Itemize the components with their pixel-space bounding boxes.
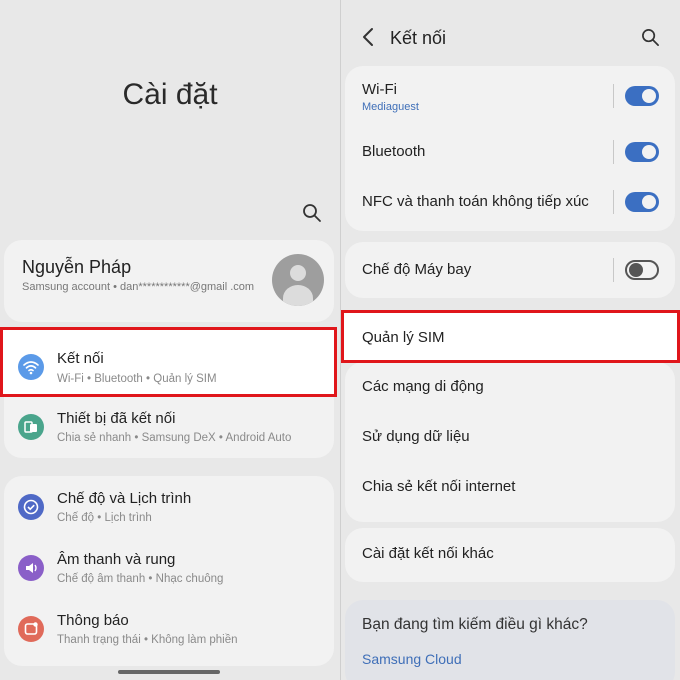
nfc-row[interactable]: NFC và thanh toán không tiếp xúc [345, 176, 675, 226]
mobile-networks-label: Các mạng di động [362, 378, 484, 395]
settings-item-title: Kết nối [57, 350, 104, 367]
suggestions-card: Bạn đang tìm kiếm điều gì khác? Samsung … [345, 600, 675, 680]
home-indicator [118, 670, 220, 674]
data-usage-row[interactable]: Sử dụng dữ liệu [345, 412, 675, 462]
bluetooth-row[interactable]: Bluetooth [345, 126, 675, 176]
settings-item-title: Chế độ và Lịch trình [57, 490, 192, 507]
settings-item-title: Âm thanh và rung [57, 551, 176, 568]
header-title: Kết nối [390, 28, 447, 48]
hotspot-row[interactable]: Chia sẻ kết nối internet [345, 462, 675, 512]
search-icon[interactable] [641, 28, 660, 47]
airplane-mode-toggle[interactable] [625, 260, 659, 280]
wifi-toggle[interactable] [625, 86, 659, 106]
search-icon[interactable] [302, 203, 322, 223]
account-card[interactable]: Nguyễn Pháp Samsung account • dan*******… [4, 240, 334, 322]
samsung-cloud-link[interactable]: Samsung Cloud [362, 651, 462, 667]
connections-group-more: Cài đặt kết nối khác [345, 528, 675, 582]
hotspot-label: Chia sẻ kết nối internet [362, 478, 516, 495]
check-circle-icon [18, 494, 44, 520]
settings-item-subtitle: Thanh trạng thái • Không làm phiền [57, 634, 238, 646]
settings-item-sound[interactable]: Âm thanh và rung Chế độ âm thanh • Nhạc … [4, 539, 334, 599]
sim-manager-row[interactable]: Quản lý SIM [341, 310, 680, 363]
connections-group-airplane: Chế độ Máy bay [345, 242, 675, 298]
wifi-row[interactable]: Wi-Fi Mediaguest [345, 72, 675, 122]
back-arrow-icon[interactable] [361, 26, 375, 48]
account-subtitle: Samsung account • dan************@gmail … [22, 281, 255, 293]
settings-item-subtitle: Chế độ âm thanh • Nhạc chuông [57, 573, 224, 585]
mobile-networks-row[interactable]: Các mạng di động [345, 362, 675, 412]
bluetooth-toggle[interactable] [625, 142, 659, 162]
settings-item-title: Thông báo [57, 612, 129, 629]
account-name: Nguyễn Pháp [22, 257, 132, 277]
settings-item-connections[interactable]: Kết nối Wi-Fi • Bluetooth • Quản lý SIM [0, 327, 337, 397]
settings-item-subtitle: Wi-Fi • Bluetooth • Quản lý SIM [57, 373, 217, 385]
data-usage-label: Sử dụng dữ liệu [362, 428, 470, 445]
more-connection-settings-label: Cài đặt kết nối khác [362, 545, 494, 562]
airplane-mode-row[interactable]: Chế độ Máy bay [345, 245, 675, 295]
wifi-network-name: Mediaguest [362, 101, 419, 113]
connections-group-network: Các mạng di động Sử dụng dữ liệu Chia sẻ… [345, 362, 675, 522]
settings-item-notifications[interactable]: Thông báo Thanh trạng thái • Không làm p… [4, 600, 334, 660]
nfc-label: NFC và thanh toán không tiếp xúc [362, 193, 589, 210]
suggestions-heading: Bạn đang tìm kiếm điều gì khác? [362, 616, 588, 633]
connections-group-wireless: Wi-Fi Mediaguest Bluetooth NFC và thanh … [345, 66, 675, 231]
nfc-toggle[interactable] [625, 192, 659, 212]
wifi-icon [18, 354, 44, 380]
wifi-label: Wi-Fi [362, 81, 397, 98]
notification-icon [18, 616, 44, 642]
page-title: Cài đặt [122, 78, 218, 111]
sim-manager-label: Quản lý SIM [362, 329, 445, 346]
airplane-mode-label: Chế độ Máy bay [362, 261, 472, 278]
settings-item-subtitle: Chế độ • Lịch trình [57, 512, 152, 524]
bluetooth-label: Bluetooth [362, 143, 426, 160]
settings-item-modes[interactable]: Chế độ và Lịch trình Chế độ • Lịch trình [4, 478, 334, 538]
avatar[interactable] [272, 254, 324, 306]
more-connection-settings-row[interactable]: Cài đặt kết nối khác [345, 530, 675, 580]
settings-item-connected-devices[interactable]: Thiết bị đã kết nối Chia sẻ nhanh • Sams… [4, 398, 334, 458]
settings-item-title: Thiết bị đã kết nối [57, 410, 176, 427]
settings-group-general: Chế độ và Lịch trình Chế độ • Lịch trình… [4, 476, 334, 666]
volume-icon [18, 555, 44, 581]
settings-item-subtitle: Chia sẻ nhanh • Samsung DeX • Android Au… [57, 432, 292, 444]
connected-devices-icon [18, 414, 44, 440]
